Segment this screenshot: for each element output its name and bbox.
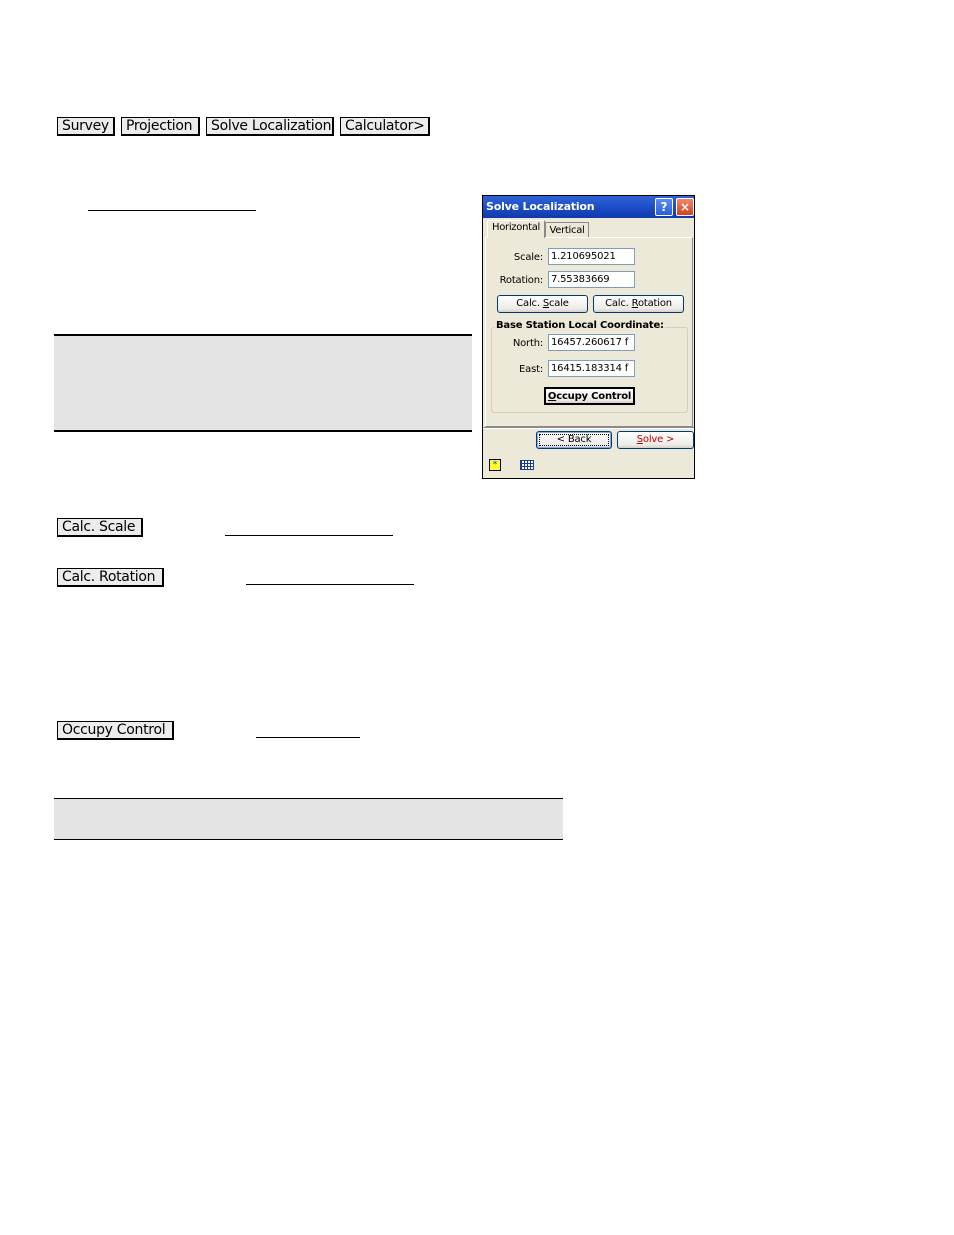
east-field[interactable]: 16415.183314 f [548,360,635,377]
note-box [54,334,472,432]
heading-underline [88,210,256,211]
calc-scale-doc-button: Calc. Scale [57,518,143,537]
base-station-legend: Base Station Local Coordinate: [495,320,665,331]
tab-horizontal[interactable]: Horizontal [487,220,545,238]
calc-rotation-pre: Calc. [605,298,632,309]
back-button[interactable]: < Back [536,431,612,449]
calc-rotation-doc-button: Calc. Rotation [57,568,164,587]
solve-rest: olve > [642,434,675,445]
dialog-title: Solve Localization [486,200,595,213]
occupy-control-button[interactable]: Occupy Control [544,387,635,405]
solve-localization-button[interactable]: Solve Localization [206,117,334,136]
east-label: East: [519,364,543,375]
occupy-key: O [547,391,557,402]
solve-localization-dialog: Solve Localization ? × Horizontal Vertic… [482,195,695,479]
help-icon[interactable]: ? [655,198,673,216]
footer-separator [483,427,694,429]
calc-scale-underline [225,535,393,536]
rotation-label: Rotation: [499,275,544,286]
calc-rotation-button[interactable]: Calc. Rotation [593,295,684,313]
north-field[interactable]: 16457.260617 f [548,334,635,351]
occupy-control-doc-button: Occupy Control [57,721,174,740]
calc-scale-button[interactable]: Calc. Scale [497,295,588,313]
calc-rotation-post: otation [637,298,672,309]
grid-icon[interactable] [520,460,534,470]
calculator-button[interactable]: Calculator> [340,117,430,136]
note-box-2 [54,798,563,840]
occupy-rest: ccupy Control [556,391,632,402]
close-icon[interactable]: × [676,198,694,216]
calc-scale-post: cale [548,298,569,309]
scale-field[interactable]: 1.210695021 [548,248,635,265]
star-icon[interactable]: * [489,459,501,471]
survey-button[interactable]: Survey [57,117,115,136]
solve-button[interactable]: Solve > [617,431,694,449]
calc-scale-pre: Calc. [516,298,543,309]
calc-rotation-underline [246,584,414,585]
projection-button[interactable]: Projection [121,117,200,136]
north-label: North: [512,338,543,349]
tab-vertical[interactable]: Vertical [545,222,589,238]
scale-label: Scale: [513,252,543,263]
occupy-control-underline [256,737,360,738]
rotation-field[interactable]: 7.55383669 [548,271,635,288]
